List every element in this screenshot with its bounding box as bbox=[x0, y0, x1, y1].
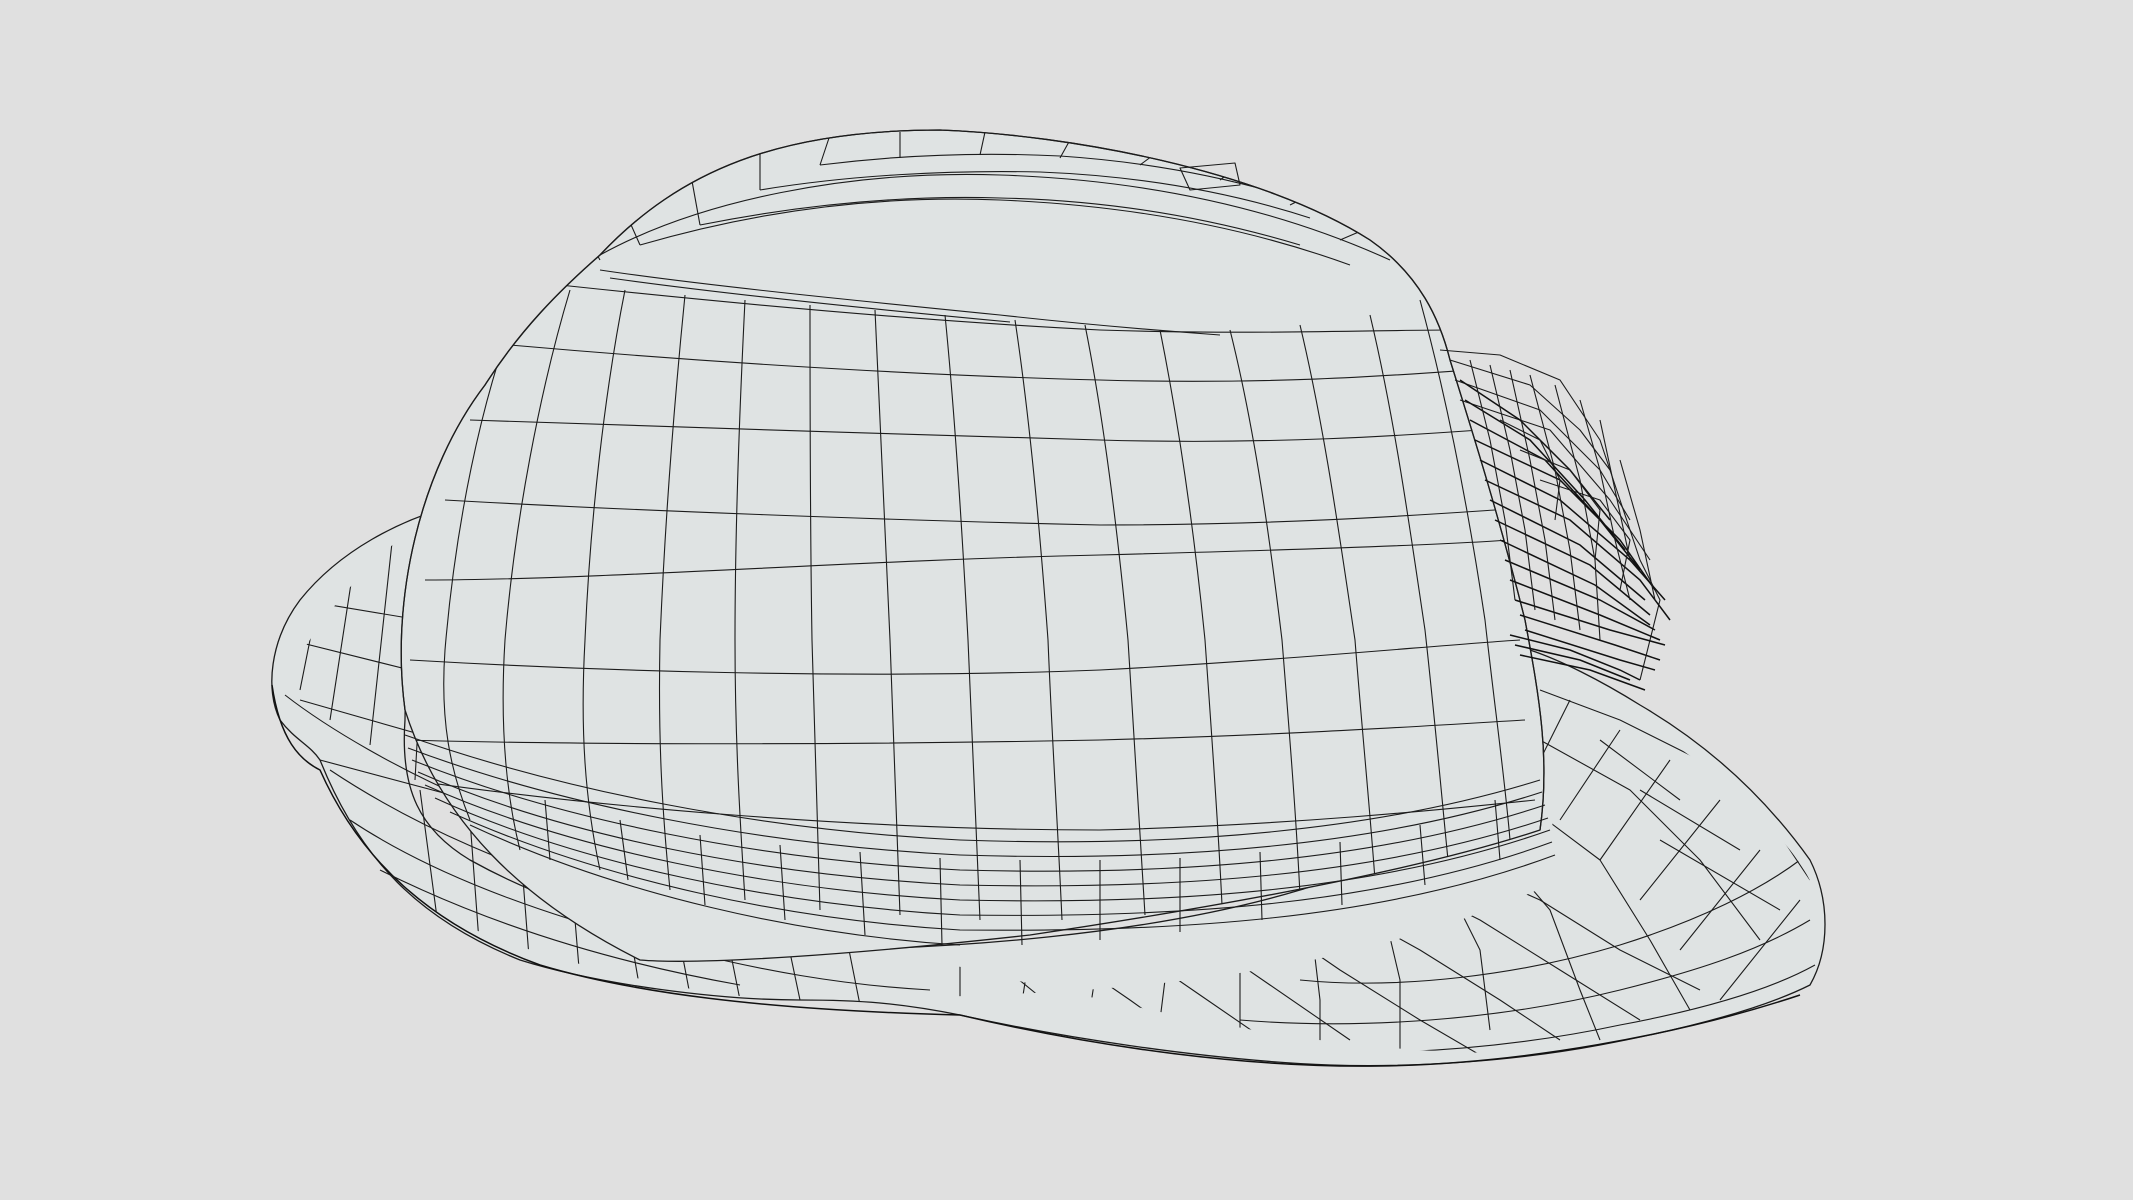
3d-viewport[interactable] bbox=[0, 0, 2133, 1200]
wireframe-model[interactable] bbox=[0, 0, 2133, 1200]
crown bbox=[400, 129, 1545, 962]
